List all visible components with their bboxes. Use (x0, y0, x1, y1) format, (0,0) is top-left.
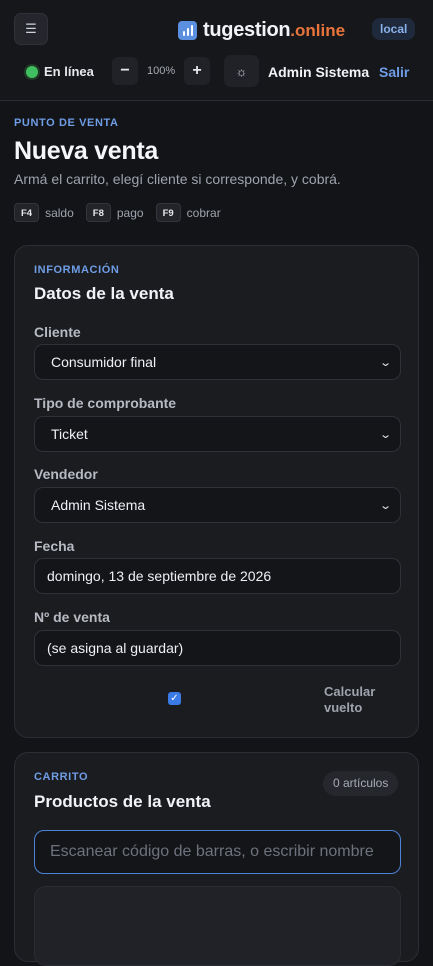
date-label: Fecha (34, 538, 75, 554)
shortcut-key: F4 (14, 203, 40, 222)
card-eyebrow: CARRITO (34, 771, 89, 783)
sale-number-label: Nº de venta (34, 609, 110, 625)
keyboard-shortcuts: F4 saldo F8 pago F9 cobrar (14, 203, 233, 222)
brand-tld: .online (290, 21, 346, 40)
voucher-type-label: Tipo de comprobante (34, 395, 177, 411)
seller-select[interactable]: Admin Sistema ⌄ (34, 487, 401, 523)
calc-change-label: Calcular vuelto (324, 684, 376, 715)
environment-badge: local (372, 18, 416, 40)
logout-link[interactable]: Salir (379, 64, 409, 80)
status-label: En línea (44, 64, 94, 79)
shortcut-label: cobrar (186, 205, 221, 220)
barcode-search-input[interactable]: Escanear código de barras, o escribir no… (34, 830, 401, 874)
client-value: Consumidor final (51, 354, 157, 370)
top-header: ☰ tugestion .online local En línea − 100… (0, 0, 433, 101)
brand-name: tugestion (203, 18, 291, 41)
item-count-badge: 0 artículos (323, 771, 399, 796)
section-eyebrow: PUNTO DE VENTA (14, 117, 119, 129)
voucher-type-select[interactable]: Ticket ⌄ (34, 416, 401, 452)
chevron-down-icon: ⌄ (378, 428, 392, 441)
sun-icon: ☼ (235, 63, 248, 79)
bar-chart-icon (178, 20, 197, 40)
cart-card: CARRITO Productos de la venta 0 artículo… (14, 752, 419, 966)
cart-items-area (34, 886, 401, 966)
card-title: Datos de la venta (34, 284, 174, 303)
brand-logo[interactable]: tugestion .online (178, 17, 345, 43)
page-subtitle: Armá el carrito, elegí cliente si corres… (14, 171, 341, 187)
chevron-down-icon: ⌄ (378, 356, 392, 369)
client-select[interactable]: Consumidor final ⌄ (34, 344, 401, 380)
theme-toggle-button[interactable]: ☼ (224, 55, 259, 87)
seller-value: Admin Sistema (51, 497, 146, 513)
date-field[interactable]: domingo, 13 de septiembre de 2026 (34, 558, 401, 594)
voucher-type-value: Ticket (51, 426, 88, 442)
menu-button[interactable]: ☰ (14, 13, 48, 45)
shortcut-key: F9 (155, 203, 181, 222)
user-name: Admin Sistema (268, 64, 370, 80)
calc-change-checkbox[interactable]: ✓ (168, 692, 181, 705)
sale-number-field[interactable]: (se asigna al guardar) (34, 630, 401, 666)
page-title: Nueva venta (14, 137, 158, 165)
menu-icon: ☰ (25, 21, 37, 36)
card-title: Productos de la venta (34, 792, 211, 811)
seller-label: Vendedor (34, 466, 98, 482)
zoom-in-button[interactable]: + (184, 57, 210, 85)
client-label: Cliente (34, 324, 81, 340)
online-status-dot (26, 65, 38, 78)
zoom-level: 100% (147, 65, 176, 77)
sale-info-card: INFORMACIÓN Datos de la venta Cliente Co… (14, 245, 419, 738)
zoom-out-button[interactable]: − (112, 57, 138, 85)
shortcut-label: saldo (45, 205, 74, 220)
chevron-down-icon: ⌄ (378, 499, 392, 512)
shortcut-key: F8 (85, 203, 111, 222)
connection-status: En línea (26, 64, 94, 79)
shortcut-label: pago (116, 205, 144, 220)
card-eyebrow: INFORMACIÓN (34, 264, 120, 276)
